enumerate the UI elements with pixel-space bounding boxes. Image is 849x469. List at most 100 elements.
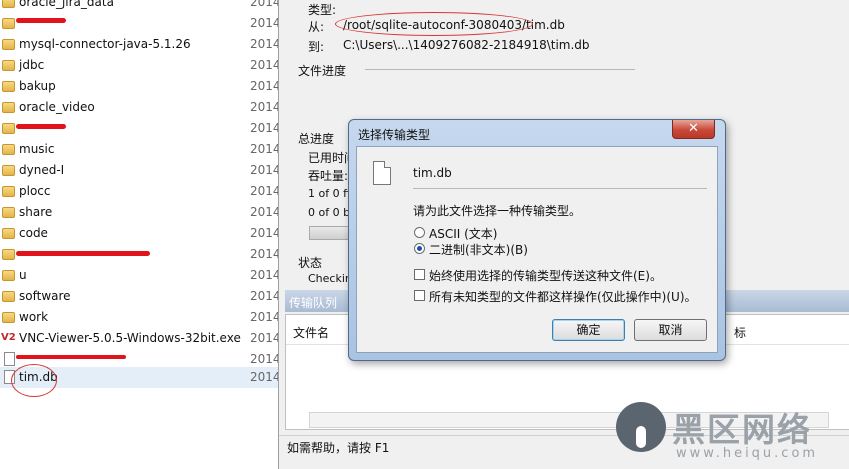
list-item[interactable]: work 2014: [0, 307, 278, 328]
file-date: 2014: [250, 142, 278, 156]
folder-icon: [2, 102, 15, 113]
file-date: 2014: [250, 79, 278, 93]
list-item[interactable]: plocc 2014: [0, 181, 278, 202]
throughput-label: 吞吐量:: [308, 169, 349, 183]
to-label: 到:: [308, 40, 325, 54]
highlight-ellipse: [335, 12, 533, 36]
status-label: 状态: [298, 256, 323, 270]
cancel-button[interactable]: 取消: [634, 319, 707, 341]
close-icon: ✕: [688, 121, 699, 136]
dialog-prompt: 请为此文件选择一种传输类型。: [413, 204, 582, 218]
folder-icon: [2, 123, 15, 134]
column-filename[interactable]: 文件名: [293, 324, 329, 341]
list-item[interactable]: music 2014: [0, 139, 278, 160]
file-name: oracle_jira_data: [19, 0, 114, 9]
file-date: 2014: [250, 205, 278, 219]
file-progress-label: 文件进度: [298, 64, 347, 78]
file-name: software: [19, 289, 71, 303]
redaction-mark: [16, 124, 66, 129]
checkbox[interactable]: [414, 269, 425, 280]
file-name: VNC-Viewer-5.0.5-Windows-32bit.exe: [19, 331, 241, 345]
file-list-pane: oracle_jira_data 2014 2014 mysql-connect…: [0, 0, 278, 469]
file-name: jdbc: [19, 58, 45, 72]
file-date: 2014: [250, 163, 278, 177]
file-date: 2014: [250, 370, 278, 384]
folder-icon: [2, 18, 15, 29]
list-item[interactable]: V2 VNC-Viewer-5.0.5-Windows-32bit.exe 20…: [0, 328, 278, 349]
folder-icon: [2, 39, 15, 50]
file-name: music: [19, 142, 55, 156]
list-item[interactable]: bakup 2014: [0, 76, 278, 97]
folder-icon: [2, 228, 15, 239]
radio-button[interactable]: [414, 243, 425, 254]
radio-label[interactable]: ASCII (文本): [429, 225, 497, 242]
redaction-mark: [16, 355, 126, 359]
folder-icon: [2, 60, 15, 71]
file-icon: [373, 161, 391, 185]
dialog-filename: tim.db: [413, 166, 452, 180]
folder-icon: [2, 0, 15, 8]
file-name: bakup: [19, 79, 56, 93]
list-item[interactable]: dyned-I 2014: [0, 160, 278, 181]
folder-icon: [2, 291, 15, 302]
list-item[interactable]: mysql-connector-java-5.1.26 2014: [0, 34, 278, 55]
close-button[interactable]: ✕: [672, 120, 715, 139]
file-date: 2014: [250, 121, 278, 135]
file-name: share: [19, 205, 53, 219]
folder-icon: [2, 270, 15, 281]
highlight-circle: [11, 364, 57, 397]
file-date: 2014: [250, 289, 278, 303]
file-date: 2014: [250, 100, 278, 114]
dialog-body: tim.db 请为此文件选择一种传输类型。 ASCII (文本) 二进制(非文本…: [356, 146, 718, 353]
file-date: 2014: [250, 58, 278, 72]
file-date: 2014: [250, 37, 278, 51]
watermark-title: 黑区网络: [672, 410, 812, 449]
folder-icon: [2, 186, 15, 197]
folder-icon: [2, 144, 15, 155]
list-item[interactable]: oracle_video 2014: [0, 97, 278, 118]
vnc-exe-icon: V2: [1, 332, 16, 343]
list-item[interactable]: software 2014: [0, 286, 278, 307]
folder-icon: [2, 207, 15, 218]
column-header[interactable]: 标: [734, 324, 746, 341]
file-name: plocc: [19, 184, 51, 198]
dialog-title: 选择传输类型: [358, 128, 431, 142]
file-icon: [4, 352, 15, 366]
file-name: mysql-connector-java-5.1.26: [19, 37, 191, 51]
checkbox-label[interactable]: 始终使用选择的传输类型传送这种文件(E)。: [429, 267, 662, 284]
ok-button[interactable]: 确定: [552, 319, 625, 341]
radio-button[interactable]: [414, 227, 425, 238]
radio-label[interactable]: 二进制(非文本)(B): [429, 241, 528, 258]
to-path: C:\Users\...\1409276082-2184918\tim.db: [343, 38, 590, 52]
folder-icon: [2, 165, 15, 176]
file-name: oracle_video: [19, 100, 95, 114]
list-item[interactable]: jdbc 2014: [0, 55, 278, 76]
transfer-type-dialog: 选择传输类型 ✕ tim.db 请为此文件选择一种传输类型。 ASCII (文本…: [348, 119, 726, 361]
list-item[interactable]: u 2014: [0, 265, 278, 286]
file-name: dyned-I: [19, 163, 65, 177]
status-bar-text: 如需帮助，请按 F1: [287, 441, 390, 455]
checkbox[interactable]: [414, 290, 425, 301]
file-date: 2014: [250, 16, 278, 30]
file-date: 2014: [250, 0, 278, 9]
type-label: 类型:: [308, 3, 337, 17]
queue-title: 传输队列: [289, 296, 338, 310]
file-date: 2014: [250, 226, 278, 240]
logo-icon: [616, 402, 666, 452]
file-date: 2014: [250, 331, 278, 345]
file-name: u: [19, 268, 27, 282]
list-item[interactable]: 2014: [0, 13, 278, 34]
watermark: 黑区网络 www.heiqu.com: [612, 400, 849, 469]
file-date: 2014: [250, 310, 278, 324]
from-label: 从:: [308, 20, 325, 34]
list-item[interactable]: code 2014: [0, 223, 278, 244]
file-date: 2014: [250, 247, 278, 261]
folder-icon: [2, 81, 15, 92]
divider: [413, 188, 707, 189]
divider: [365, 69, 635, 70]
redaction-mark: [16, 18, 66, 23]
list-item[interactable]: oracle_jira_data 2014: [0, 0, 278, 13]
list-item[interactable]: share 2014: [0, 202, 278, 223]
checkbox-label[interactable]: 所有未知类型的文件都这样操作(仅此操作中)(U)。: [429, 288, 697, 305]
redaction-mark: [16, 251, 150, 256]
